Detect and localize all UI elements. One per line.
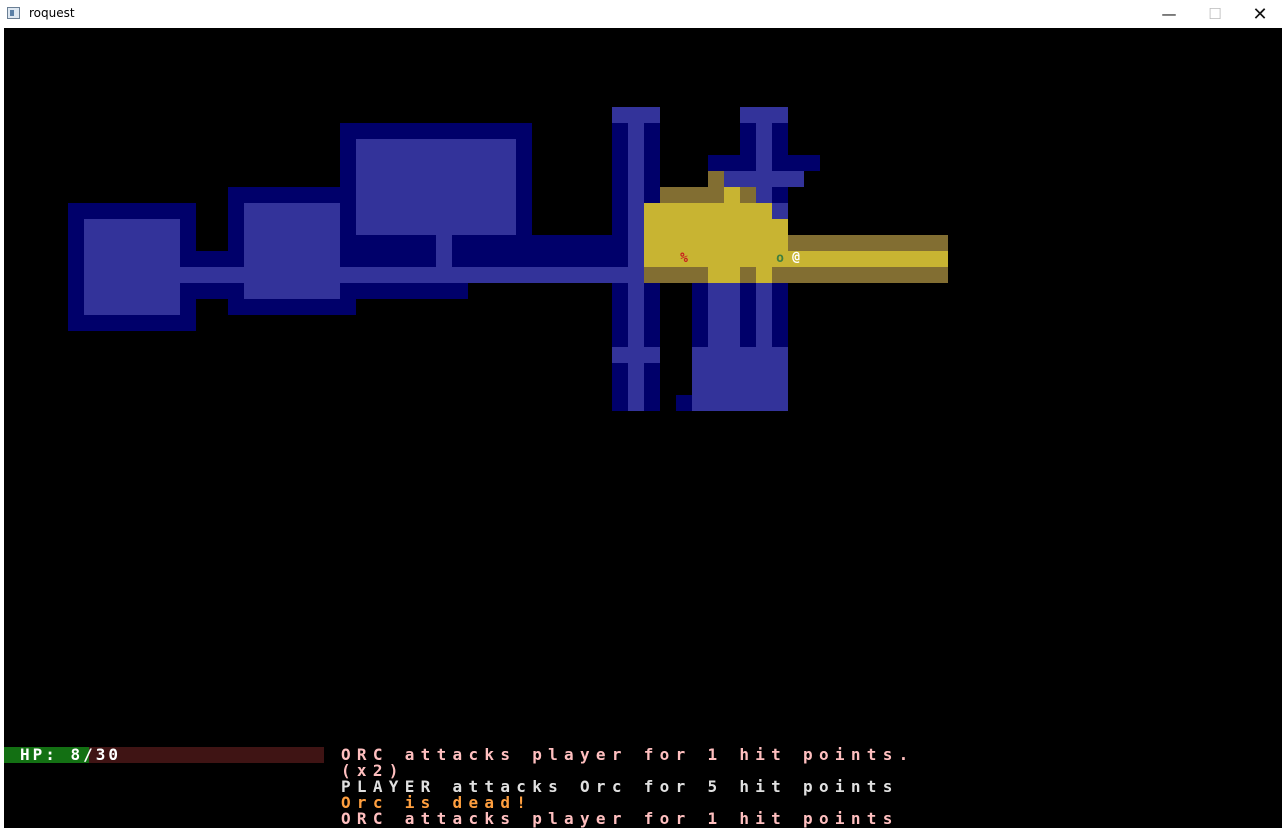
log-line: ORC attacks player for 1 hit points — [341, 809, 899, 828]
floor-region — [692, 347, 788, 411]
title-bar[interactable]: roquest — ☐ ✕ — [0, 0, 1285, 29]
player-glyph: @ — [792, 250, 800, 265]
floor-region — [628, 123, 644, 411]
lit-wall-region — [788, 235, 948, 251]
lit-wall-region — [660, 187, 724, 203]
lit-floor-region — [756, 267, 772, 283]
lit-wall-region — [708, 171, 724, 187]
app-icon — [7, 7, 20, 19]
floor-region — [180, 267, 644, 283]
message-log: ORC attacks player for 1 hit points. (x2… — [341, 747, 1281, 827]
close-button[interactable]: ✕ — [1237, 0, 1283, 28]
dungeon-map — [68, 107, 948, 411]
lit-floor-region — [644, 203, 772, 251]
floor-region — [436, 235, 452, 267]
game-console[interactable]: % o @ HP: 8/30 ORC attacks player for 1 … — [4, 28, 1282, 828]
lit-floor-region — [708, 267, 740, 283]
lit-floor-region — [772, 219, 788, 251]
hp-bar: HP: 8/30 — [4, 747, 324, 763]
floor-region — [356, 139, 516, 235]
lit-wall-region — [740, 187, 756, 203]
floor-region — [84, 219, 180, 315]
lit-wall-region — [772, 267, 948, 283]
lit-wall-region — [644, 267, 708, 283]
floor-region — [244, 203, 340, 299]
hp-label: HP: 8/30 — [20, 745, 122, 764]
lit-floor-region — [724, 187, 740, 203]
floor-region — [724, 171, 804, 187]
orc-glyph: o — [776, 251, 784, 266]
window-title: roquest — [29, 6, 75, 20]
corpse-glyph: % — [680, 251, 688, 266]
floor-region — [740, 107, 788, 123]
floor-region — [708, 283, 740, 347]
floor-region — [612, 107, 660, 123]
floor-region — [772, 203, 788, 219]
floor-region — [612, 347, 660, 363]
log-line: ORC attacks player for 1 hit points. — [341, 745, 915, 764]
maximize-button[interactable]: ☐ — [1192, 0, 1238, 28]
minimize-button[interactable]: — — [1146, 0, 1192, 28]
lit-wall-region — [740, 267, 756, 283]
